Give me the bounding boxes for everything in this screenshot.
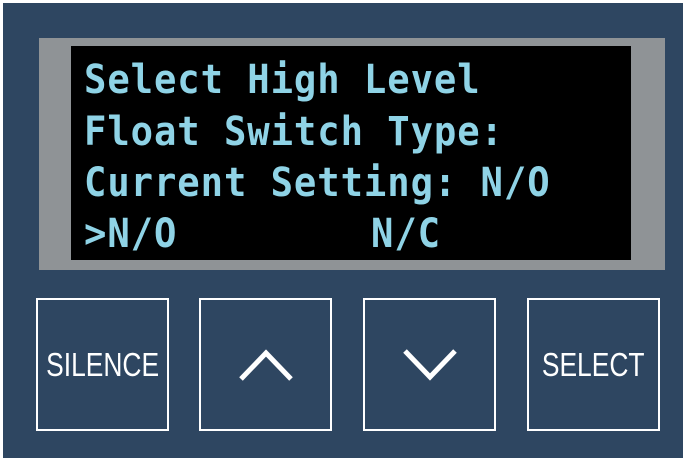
lcd-line-current-setting: Current Setting: N/O <box>84 160 551 206</box>
select-button-label: SELECT <box>542 345 645 383</box>
down-button[interactable] <box>363 298 496 431</box>
lcd-option-normally-closed[interactable]: N/C <box>371 210 441 258</box>
lcd-screen: Select High Level Float Switch Type: Cur… <box>71 46 631 260</box>
silence-button-label: SILENCE <box>46 345 159 383</box>
selection-cursor-icon: > <box>84 211 108 257</box>
lcd-option-normally-open[interactable]: >N/O <box>84 210 177 258</box>
lcd-line-prompt: Select High Level <box>84 57 481 103</box>
chevron-down-icon <box>402 348 457 381</box>
chevron-up-icon <box>238 348 293 381</box>
option-label: N/C <box>371 211 441 257</box>
control-panel: Select High Level Float Switch Type: Cur… <box>3 3 683 458</box>
lcd-line-setting-name: Float Switch Type: <box>84 109 504 155</box>
display-bezel: Select High Level Float Switch Type: Cur… <box>39 38 665 270</box>
select-button[interactable]: SELECT <box>527 298 660 431</box>
silence-button[interactable]: SILENCE <box>36 298 169 431</box>
up-button[interactable] <box>199 298 332 431</box>
option-label: N/O <box>107 211 178 257</box>
